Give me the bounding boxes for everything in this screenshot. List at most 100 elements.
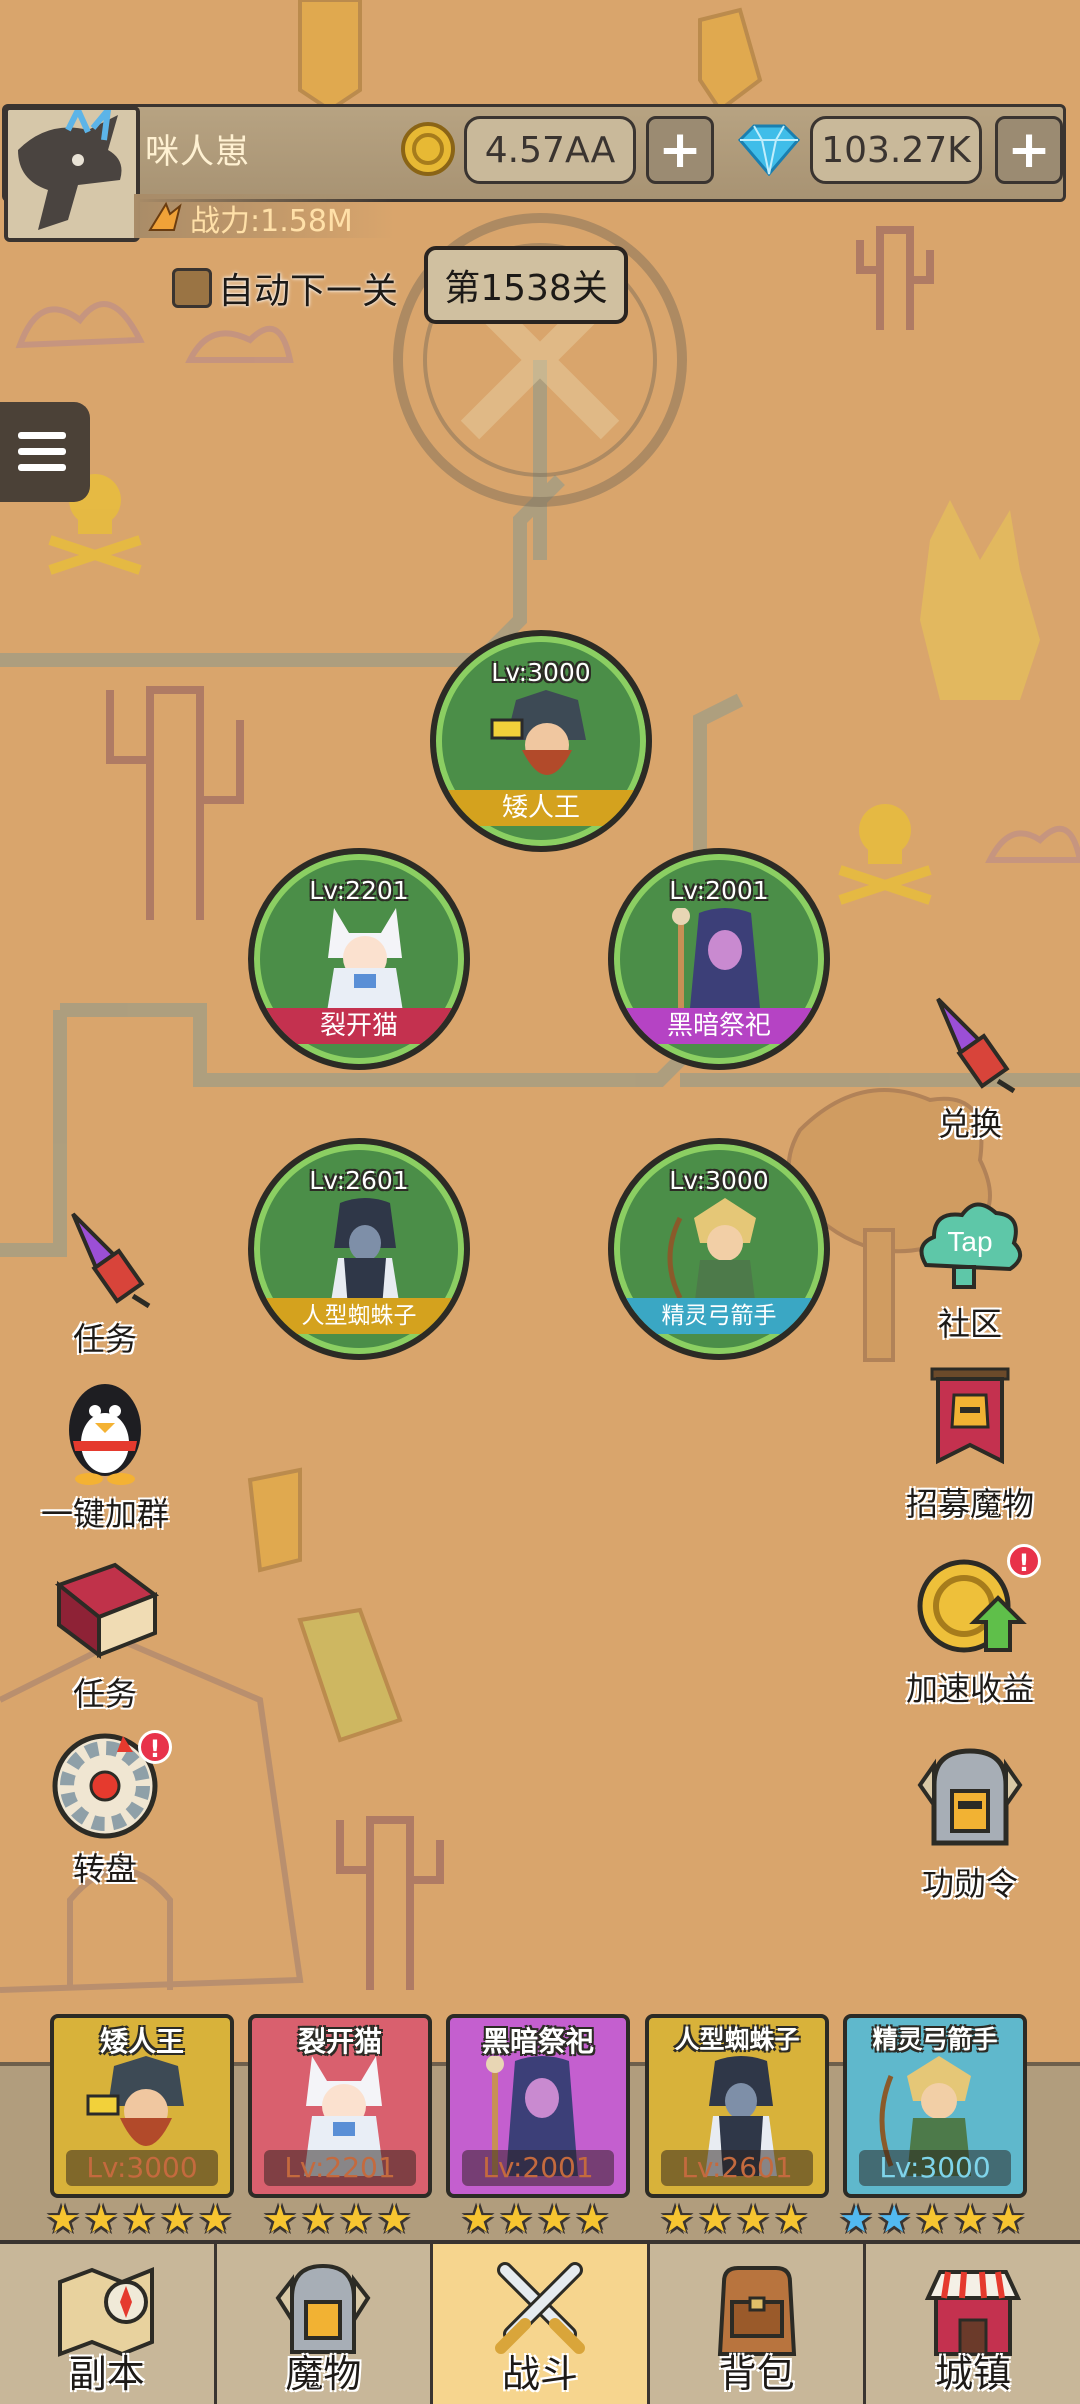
card-hero-name: 精灵弓箭手 [872, 2025, 998, 2054]
side-button-label: 一键加群 [40, 1495, 169, 1533]
player-avatar[interactable] [4, 106, 140, 242]
card-hero-level: Lv:2001 [462, 2150, 614, 2186]
star-icon: ★ [575, 2197, 610, 2241]
hero-level: Lv:2001 [669, 876, 769, 905]
nav-label: 背包 [718, 2352, 795, 2396]
quest-book-button[interactable]: 任务 [30, 1555, 180, 1715]
side-button-label: 任务 [72, 1675, 137, 1713]
star-icon: ★ [339, 2197, 374, 2241]
recruit-monster-button[interactable]: 招募魔物 [895, 1365, 1045, 1525]
nav-monsters[interactable]: 魔物 [217, 2244, 434, 2404]
community-button[interactable]: Tap 社区 [895, 1185, 1045, 1345]
elf-archer-icon [667, 1198, 756, 1308]
card-hero-level: Lv:3000 [66, 2150, 218, 2186]
star-icon: ★ [877, 2197, 912, 2241]
team-card-dwarf-king[interactable]: 矮人王 Lv:3000 [50, 2014, 234, 2198]
card-hero-name: 人型蜘蛛子 [674, 2025, 800, 2054]
bottom-navigation: 副本 魔物 战斗 背包 城镇 [0, 2240, 1080, 2404]
combat-power-icon [148, 201, 182, 231]
knight-helmet-icon [917, 1748, 1023, 1846]
nav-dungeon[interactable]: 副本 [0, 2244, 217, 2404]
nav-label: 战斗 [501, 2352, 578, 2396]
spider-girl-icon [330, 1198, 400, 1308]
notification-badge: ! [138, 1730, 172, 1764]
auto-next-stage-toggle[interactable]: 自动下一关 [172, 262, 398, 314]
star-icon: ★ [46, 2197, 81, 2241]
team-slot-elf-archer[interactable]: Lv:3000 精灵弓箭手 [608, 1138, 830, 1360]
nav-battle[interactable]: 战斗 [433, 2244, 650, 2404]
star-rating-dark-priest: ★ ★ ★ ★ [461, 2200, 609, 2238]
star-icon: ★ [499, 2197, 534, 2241]
nav-label: 城镇 [935, 2352, 1012, 2396]
dwarf-king-icon [490, 690, 586, 775]
team-card-dark-priest[interactable]: 黑暗祭祀 Lv:2001 [446, 2014, 630, 2198]
firework-rocket-icon [71, 1212, 151, 1309]
auto-next-label: 自动下一关 [218, 271, 399, 312]
hero-name: 矮人王 [436, 790, 646, 826]
star-icon: ★ [198, 2197, 233, 2241]
nav-backpack[interactable]: 背包 [650, 2244, 867, 2404]
nav-town[interactable]: 城镇 [866, 2244, 1080, 2404]
split-cat-icon [326, 908, 404, 1018]
tap-text: Tap [947, 1226, 992, 1257]
hero-name: 精灵弓箭手 [614, 1298, 824, 1334]
team-card-split-cat[interactable]: 裂开猫 Lv:2201 [248, 2014, 432, 2198]
side-button-label: 加速收益 [905, 1670, 1034, 1708]
hero-name: 黑暗祭祀 [614, 1008, 824, 1044]
star-icon: ★ [537, 2197, 572, 2241]
tap-cloud-icon: Tap [919, 1202, 1022, 1289]
gem-amount: 103.27K [810, 116, 982, 184]
star-icon: ★ [839, 2197, 874, 2241]
star-icon: ★ [377, 2197, 412, 2241]
spellbook-icon [54, 1562, 160, 1659]
card-hero-level: Lv:2601 [661, 2150, 813, 2186]
hero-level: Lv:2201 [309, 876, 409, 905]
menu-button[interactable] [0, 402, 90, 502]
card-hero-name: 黑暗祭祀 [481, 2025, 594, 2058]
hero-level: Lv:2601 [309, 1166, 409, 1195]
team-card-elf-archer[interactable]: 精灵弓箭手 Lv:3000 [843, 2014, 1027, 2198]
add-gems-button[interactable]: + [995, 116, 1063, 184]
card-hero-level: Lv:2201 [264, 2150, 416, 2186]
card-hero-level: Lv:3000 [859, 2150, 1011, 2186]
star-icon: ★ [915, 2197, 950, 2241]
penguin-icon [69, 1384, 141, 1485]
team-slot-spider-girl[interactable]: Lv:2601 人型蜘蛛子 [248, 1138, 470, 1360]
star-icon: ★ [660, 2197, 695, 2241]
add-gold-button[interactable]: + [646, 116, 714, 184]
star-icon: ★ [84, 2197, 119, 2241]
gold-amount: 4.57AA [464, 116, 636, 184]
gold-coin-icon [401, 122, 455, 176]
team-card-spider-girl[interactable]: 人型蜘蛛子 Lv:2601 [645, 2014, 829, 2198]
banner-helmet-icon [930, 1367, 1010, 1465]
team-slot-split-cat[interactable]: Lv:2201 裂开猫 [248, 848, 470, 1070]
exchange-button[interactable]: 兑换 [895, 985, 1045, 1145]
join-group-button[interactable]: 一键加群 [30, 1375, 180, 1535]
star-icon: ★ [991, 2197, 1026, 2241]
star-icon: ★ [953, 2197, 988, 2241]
star-icon: ★ [736, 2197, 771, 2241]
speed-up-income-button[interactable]: ! 加速收益 [895, 1544, 1045, 1710]
side-button-label: 任务 [72, 1320, 137, 1358]
player-name: 咪人崽 [145, 132, 250, 172]
star-rating-spider-girl: ★ ★ ★ ★ [660, 2200, 808, 2238]
notification-badge: ! [1007, 1544, 1041, 1578]
side-button-label: 兑换 [937, 1105, 1002, 1143]
auto-next-checkbox[interactable] [172, 268, 212, 308]
star-icon: ★ [461, 2197, 496, 2241]
side-button-label: 功勋令 [921, 1865, 1018, 1903]
roulette-button[interactable]: ! 转盘 [30, 1730, 180, 1890]
hamburger-icon [18, 432, 66, 439]
hero-level: Lv:3000 [669, 1166, 769, 1195]
diamond-gem-icon [737, 124, 801, 176]
star-rating-dwarf-king: ★ ★ ★ ★ ★ [46, 2200, 232, 2238]
team-slot-dwarf-king[interactable]: Lv:3000 矮人王 [430, 630, 652, 852]
quest-rocket-button[interactable]: 任务 [30, 1200, 180, 1360]
current-stage-label[interactable]: 第1538关 [424, 246, 628, 324]
merit-order-button[interactable]: 功勋令 [895, 1745, 1045, 1905]
team-slot-dark-priest[interactable]: Lv:2001 黑暗祭祀 [608, 848, 830, 1070]
hero-name: 人型蜘蛛子 [254, 1298, 464, 1334]
star-rating-elf-archer: ★ ★ ★ ★ ★ [839, 2200, 1025, 2238]
side-button-label: 社区 [937, 1305, 1002, 1343]
star-icon: ★ [301, 2197, 336, 2241]
